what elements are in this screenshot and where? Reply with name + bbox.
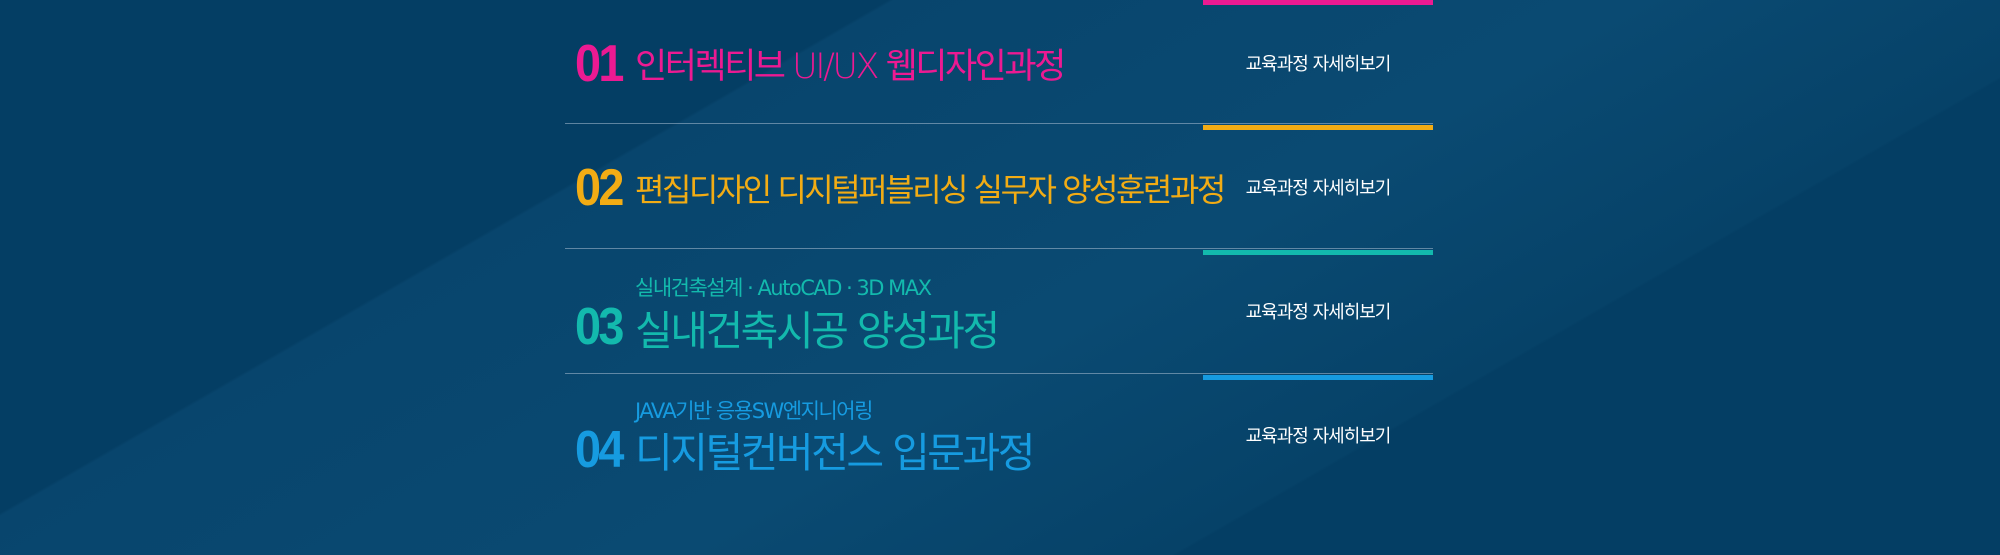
course-detail-link[interactable]: 교육과정 자세히보기: [1203, 174, 1433, 200]
detail-cell: 교육과정 자세히보기: [1203, 375, 1433, 499]
course-title: 인터렉티브 UI/UX 웹디자인과정: [635, 47, 1066, 87]
accent-bar: [1203, 375, 1433, 380]
accent-bar: [1203, 125, 1433, 130]
course-number: 03: [575, 298, 624, 356]
detail-cell: 교육과정 자세히보기: [1203, 125, 1433, 249]
course-row-1: 01 인터렉티브 UI/UX 웹디자인과정 교육과정 자세히보기: [565, 0, 1433, 124]
course-number: 04: [575, 421, 624, 479]
course-detail-link[interactable]: 교육과정 자세히보기: [1203, 422, 1433, 448]
course-title: 실내건축시공 양성과정: [635, 307, 1000, 355]
course-list: 01 인터렉티브 UI/UX 웹디자인과정 교육과정 자세히보기 02 편집디자…: [565, 0, 1433, 500]
course-row-3: 03 실내건축설계 · AutoCAD · 3D MAX 실내건축시공 양성과정…: [565, 250, 1433, 374]
course-row-2: 02 편집디자인 디지털퍼블리싱 실무자 양성훈련과정 교육과정 자세히보기: [565, 125, 1433, 249]
detail-cell: 교육과정 자세히보기: [1203, 0, 1433, 124]
course-detail-link[interactable]: 교육과정 자세히보기: [1203, 50, 1433, 76]
detail-cell: 교육과정 자세히보기: [1203, 250, 1433, 374]
course-title: 디지털컨버전스 입문과정: [635, 429, 1035, 477]
course-number: 01: [575, 35, 624, 93]
accent-bar: [1203, 250, 1433, 255]
accent-bar: [1203, 0, 1433, 5]
course-number: 02: [575, 159, 624, 217]
course-detail-link[interactable]: 교육과정 자세히보기: [1203, 298, 1433, 324]
course-row-4: 04 JAVA기반 응용SW엔지니어링 디지털컨버전스 입문과정 교육과정 자세…: [565, 375, 1433, 499]
course-title: 편집디자인 디지털퍼블리싱 실무자 양성훈련과정: [635, 171, 1226, 209]
